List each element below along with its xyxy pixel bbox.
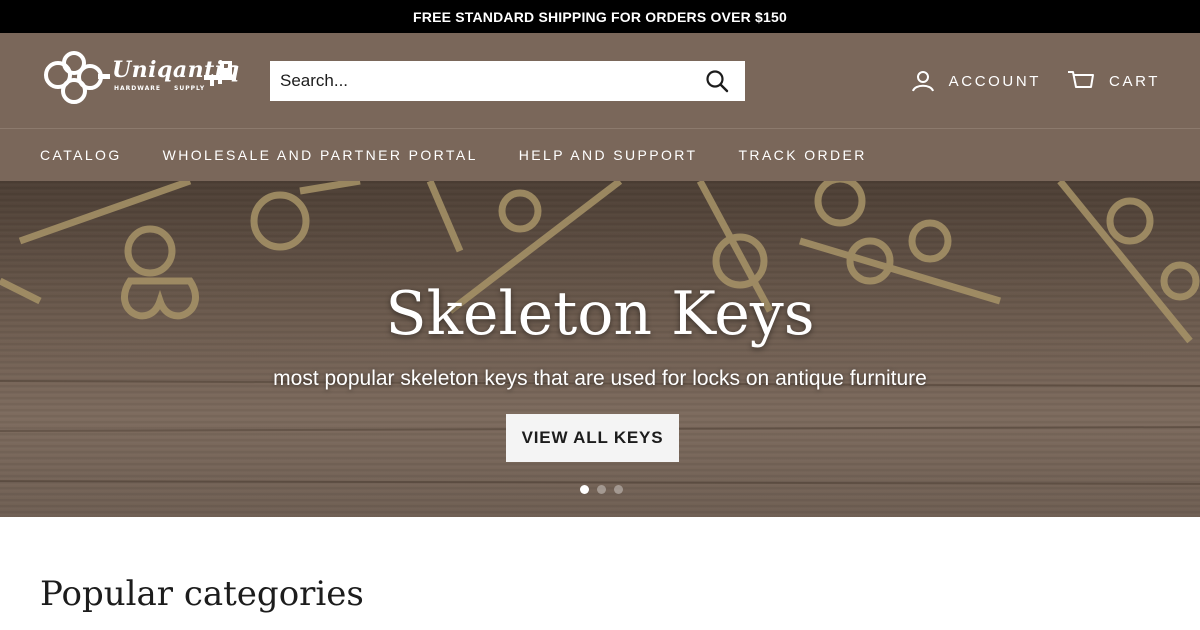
search-input[interactable]: [270, 61, 689, 101]
search-icon: [706, 70, 729, 93]
user-icon: [911, 71, 934, 92]
nav-item-catalog[interactable]: CATALOG: [40, 147, 122, 163]
hero-banner: Skeleton Keys most popular skeleton keys…: [0, 181, 1200, 517]
announcement-text: FREE STANDARD SHIPPING FOR ORDERS OVER $…: [413, 8, 787, 25]
slider-dots: [580, 485, 623, 494]
nav-item-wholesale[interactable]: WHOLESALE AND PARTNER PORTAL: [163, 147, 478, 163]
logo-subtext-left: HARDWARE: [114, 85, 161, 92]
cart-icon: [1068, 71, 1095, 88]
nav-item-track-order[interactable]: TRACK ORDER: [738, 147, 866, 163]
search-bar: [270, 61, 745, 101]
cart-label: CART: [1109, 72, 1160, 90]
slide-dot-1[interactable]: [580, 485, 589, 494]
main-nav: CATALOG WHOLESALE AND PARTNER PORTAL HEL…: [0, 129, 1200, 181]
view-all-keys-button[interactable]: VIEW ALL KEYS: [506, 414, 679, 462]
logo-subtext-right: SUPPLY: [174, 85, 206, 92]
logo-wordmark: Uniqantiq: [112, 57, 240, 83]
cart-link[interactable]: CART: [1067, 69, 1160, 93]
announcement-bar: FREE STANDARD SHIPPING FOR ORDERS OVER $…: [0, 0, 1200, 33]
nav-item-help[interactable]: HELP AND SUPPORT: [519, 147, 698, 163]
slide-dot-2[interactable]: [597, 485, 606, 494]
header-actions: ACCOUNT CART: [911, 33, 1160, 129]
account-link[interactable]: ACCOUNT: [911, 69, 1041, 93]
site-header: Uniqantiq HARDWARE SUPPLY ACCOUNT CART: [0, 33, 1200, 129]
search-button[interactable]: [689, 61, 745, 101]
skeleton-keys-background-image: [0, 181, 1200, 485]
popular-categories-heading: Popular categories: [40, 574, 364, 614]
slide-dot-3[interactable]: [614, 485, 623, 494]
logo[interactable]: Uniqantiq HARDWARE SUPPLY: [40, 49, 240, 113]
account-label: ACCOUNT: [948, 72, 1042, 90]
hero-title: Skeleton Keys: [385, 279, 815, 349]
hero-subtitle: most popular skeleton keys that are used…: [273, 367, 927, 390]
